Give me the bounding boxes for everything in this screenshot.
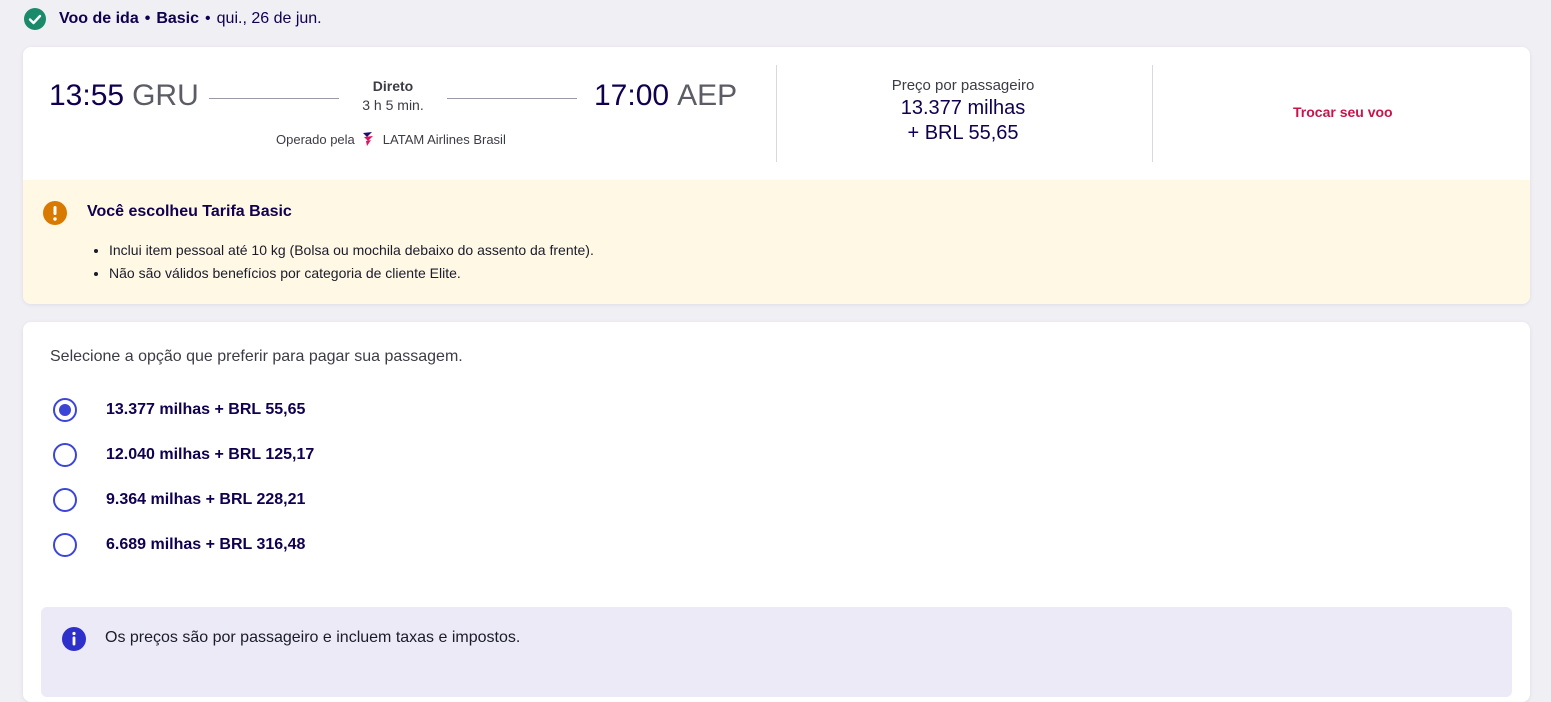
fare-name: Basic xyxy=(156,10,200,27)
price-per-passenger: Preço por passageiro 13.377 milhas + BRL… xyxy=(813,77,1113,145)
separator-dot: • xyxy=(205,10,211,27)
payment-prompt: Selecione a opção que preferir para paga… xyxy=(50,348,463,365)
stop-type: Direto xyxy=(372,78,414,94)
flight-date: qui., 26 de jun. xyxy=(216,10,322,27)
arrival-time: 17:00 xyxy=(594,79,670,112)
section-header: Voo de ida • Basic • qui., 26 de jun. xyxy=(24,7,322,31)
divider xyxy=(1152,65,1153,162)
radio-button[interactable] xyxy=(53,488,77,512)
warning-list: Inclui item pessoal até 10 kg (Bolsa ou … xyxy=(87,239,594,285)
departure-airport-code: GRU xyxy=(132,79,199,112)
payment-option[interactable]: 6.689 milhas + BRL 316,48 xyxy=(53,531,305,559)
operated-by: Operado pela LATAM Airlines Brasil xyxy=(276,131,506,147)
basic-fare-warning: Você escolheu Tarifa Basic Inclui item p… xyxy=(23,180,1530,304)
payment-option-label: 6.689 milhas + BRL 316,48 xyxy=(106,536,306,553)
arrival: 17:00 AEP xyxy=(594,79,737,113)
payment-option-label: 9.364 milhas + BRL 228,21 xyxy=(106,491,306,508)
arrival-airport-code: AEP xyxy=(677,79,738,112)
flight-duration: 3 h 5 min. xyxy=(362,97,424,113)
info-circle-icon xyxy=(62,627,86,651)
change-flight-link[interactable]: Trocar seu voo xyxy=(1293,104,1393,120)
warning-item: Não são válidos benefícios por categoria… xyxy=(109,262,594,285)
flight-card: 13:55 GRU Direto 3 h 5 min. 17:00 AEP Oper… xyxy=(23,47,1530,304)
warning-title: Você escolheu Tarifa Basic xyxy=(87,203,292,220)
departure: 13:55 GRU xyxy=(49,79,199,113)
payment-option[interactable]: 13.377 milhas + BRL 55,65 xyxy=(53,396,305,424)
divider xyxy=(776,65,777,162)
route-line-left xyxy=(209,98,339,99)
info-text: Os preços são por passageiro e incluem t… xyxy=(105,629,521,646)
payment-option-label: 13.377 milhas + BRL 55,65 xyxy=(106,401,306,418)
prices-info-box: Os preços são por passageiro e incluem t… xyxy=(41,607,1512,697)
operated-by-label: Operado pela xyxy=(276,131,355,147)
airline-name: LATAM Airlines Brasil xyxy=(382,131,506,147)
exclamation-circle-icon xyxy=(43,201,67,225)
warning-item: Inclui item pessoal até 10 kg (Bolsa ou … xyxy=(109,239,594,262)
flight-summary: 13:55 GRU Direto 3 h 5 min. 17:00 AEP Oper… xyxy=(23,47,1530,180)
departure-time: 13:55 xyxy=(49,79,125,112)
payment-options-card: Selecione a opção que preferir para paga… xyxy=(23,322,1530,702)
latam-logo-icon xyxy=(362,132,373,146)
payment-option[interactable]: 12.040 milhas + BRL 125,17 xyxy=(53,441,314,469)
price-caption: Preço por passageiro xyxy=(891,77,1035,94)
separator-dot: • xyxy=(144,10,151,27)
radio-button[interactable] xyxy=(53,443,77,467)
radio-button[interactable] xyxy=(53,533,77,557)
route-line-right xyxy=(447,98,577,99)
radio-button-selected[interactable] xyxy=(53,398,77,422)
price-miles: 13.377 milhas xyxy=(900,97,1026,119)
flight-stops-info: Direto 3 h 5 min. xyxy=(343,78,443,113)
payment-option-label: 12.040 milhas + BRL 125,17 xyxy=(106,446,315,463)
price-brl: + BRL 55,65 xyxy=(907,122,1019,144)
section-title: Voo de ida xyxy=(59,10,139,27)
check-circle-icon xyxy=(24,8,46,30)
payment-option[interactable]: 9.364 milhas + BRL 228,21 xyxy=(53,486,305,514)
